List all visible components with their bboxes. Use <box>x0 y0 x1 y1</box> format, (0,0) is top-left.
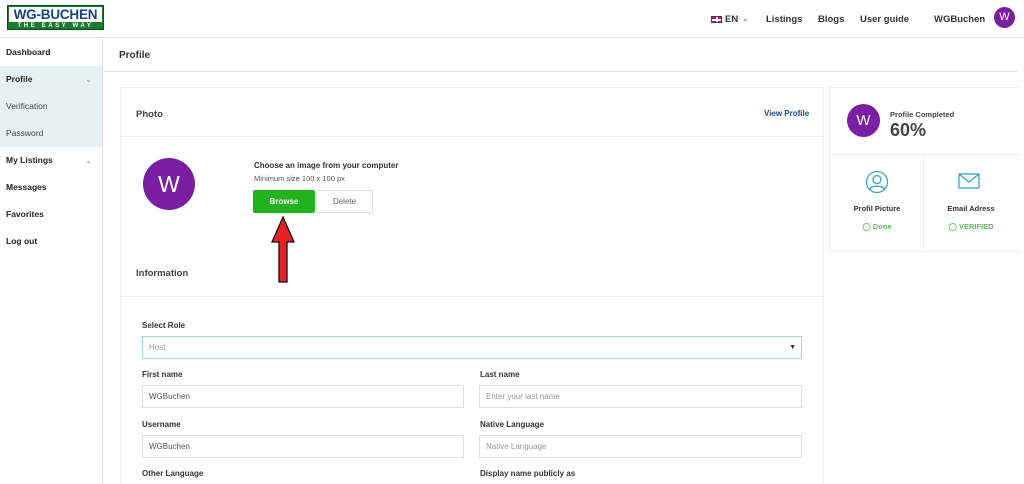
stat-email-label: Email Adress <box>947 204 995 213</box>
page-title: Profile <box>119 50 151 61</box>
user-avatar[interactable]: W <box>994 7 1015 28</box>
profile-completed-value: 60% <box>890 120 927 140</box>
information-section-title: Information <box>136 268 189 279</box>
sidebar-item-logout[interactable]: Log out <box>0 228 102 255</box>
divider <box>121 296 823 297</box>
choose-image-text: Choose an image from your computer <box>254 161 399 170</box>
chevron-down-icon: ⌄ <box>742 16 749 23</box>
sidebar-item-password[interactable]: Password <box>0 120 102 147</box>
delete-button[interactable]: Delete <box>316 190 373 213</box>
photo-section-title: Photo <box>136 109 163 120</box>
envelope-icon <box>958 173 980 189</box>
red-arrow-annotation-icon <box>271 216 295 283</box>
profile-completion-card: W Profile Completed 60% Profil Picture ◯… <box>829 87 1019 252</box>
language-label: EN <box>725 13 739 25</box>
first-name-label: First name <box>142 370 183 379</box>
sidebar-item-verification[interactable]: Verification <box>0 93 102 120</box>
last-name-input[interactable]: Enter your last name <box>479 385 802 408</box>
view-profile-link[interactable]: View Profile <box>764 109 809 118</box>
nav-user-guide[interactable]: User guide <box>860 0 909 38</box>
nav-blogs[interactable]: Blogs <box>818 0 844 38</box>
logo-tagline: THE EASY WAY <box>17 23 94 29</box>
sidebar-item-profile[interactable]: Profile ⌄ <box>0 66 102 93</box>
stat-email-status: ◯ VERIFIED <box>948 222 994 231</box>
divider <box>830 154 1018 155</box>
select-role-dropdown[interactable]: Host ▼ <box>142 336 802 359</box>
last-name-label: Last name <box>480 370 520 379</box>
sidebar-item-my-listings[interactable]: My Listings ⌄ <box>0 147 102 174</box>
scrollbar[interactable] <box>1018 39 1024 484</box>
select-role-label: Select Role <box>142 321 186 330</box>
sidebar-item-messages[interactable]: Messages <box>0 174 102 201</box>
native-language-label: Native Language <box>480 420 545 429</box>
profile-avatar: W <box>143 158 195 210</box>
chevron-down-icon: ⌄ <box>85 156 92 165</box>
user-circle-icon <box>865 170 889 194</box>
nav-listings[interactable]: Listings <box>766 0 802 38</box>
sidebar-item-favorites[interactable]: Favorites <box>0 201 102 228</box>
card-avatar: W <box>847 104 880 137</box>
native-language-input[interactable]: Native Language <box>479 435 802 458</box>
chevron-down-icon: ⌄ <box>85 75 92 84</box>
profile-completed-label: Profile Completed <box>890 110 955 119</box>
browse-button[interactable]: Browse <box>253 190 315 213</box>
sidebar: Dashboard Profile ⌄ Verification Passwor… <box>0 39 103 484</box>
first-name-input[interactable]: WGBuchen <box>142 385 464 408</box>
min-size-text: Minimum size 100 x 100 px <box>254 174 345 183</box>
site-logo[interactable]: WG-BUCHEN THE EASY WAY <box>7 5 104 30</box>
caret-down-icon: ▼ <box>789 344 796 351</box>
language-selector[interactable]: EN ⌄ <box>711 0 748 38</box>
logo-text: WG-BUCHEN <box>9 7 102 22</box>
divider <box>121 136 823 137</box>
divider <box>923 155 924 251</box>
select-role-value: Host <box>149 343 166 352</box>
top-bar: WG-BUCHEN THE EASY WAY EN ⌄ Listings Blo… <box>0 0 1024 38</box>
sidebar-item-dashboard[interactable]: Dashboard <box>0 39 102 66</box>
username-label: Username <box>142 420 181 429</box>
stat-profile-picture-label: Profil Picture <box>853 204 901 213</box>
profile-panel: Photo View Profile W Choose an image fro… <box>120 87 824 484</box>
page-header: Profile <box>104 39 1024 72</box>
uk-flag-icon <box>711 15 722 23</box>
other-language-label: Other Language <box>142 469 204 478</box>
display-name-label: Display name publicly as <box>480 469 576 478</box>
username-input[interactable]: WGBuchen <box>142 435 464 458</box>
stat-profile-picture-status: ◯ Done <box>862 222 892 231</box>
user-menu-name[interactable]: WGBuchen <box>934 0 985 38</box>
